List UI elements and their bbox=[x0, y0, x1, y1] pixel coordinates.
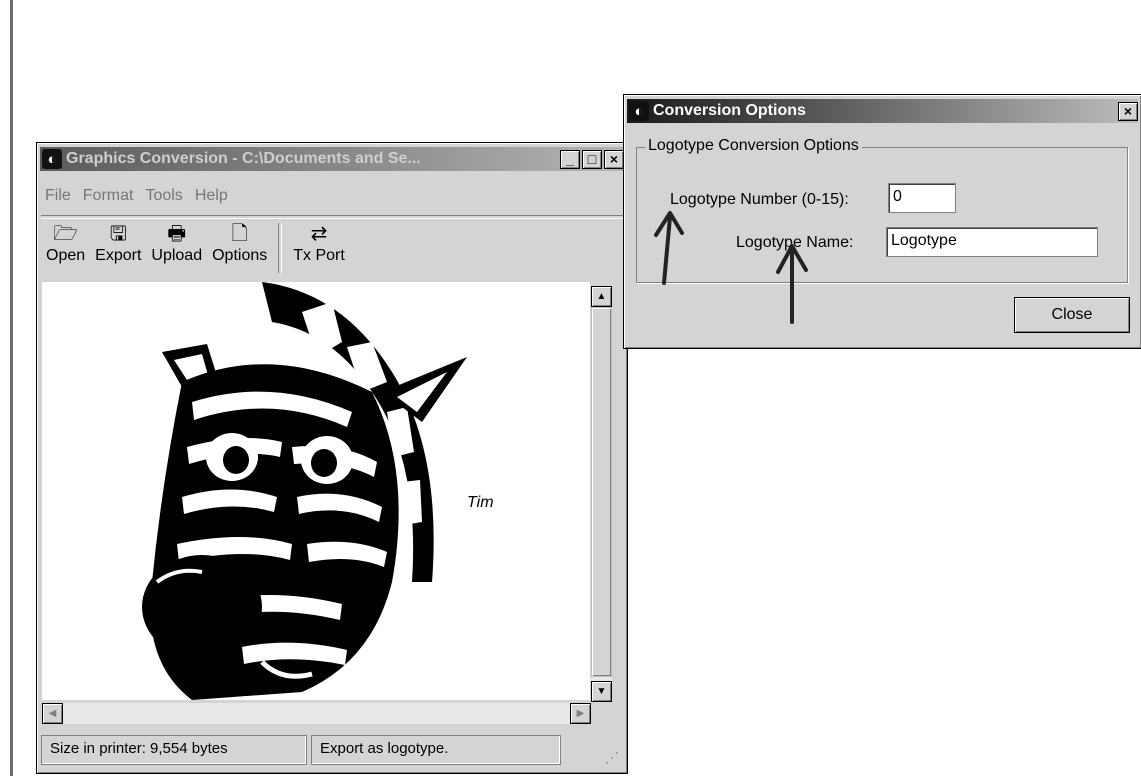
signature-text: Tim bbox=[467, 494, 494, 511]
scroll-left-button[interactable]: ◀ bbox=[42, 703, 63, 724]
menu-tools[interactable]: Tools bbox=[145, 187, 182, 205]
dialog-close-button[interactable]: × bbox=[1118, 101, 1138, 121]
desktop-left-edge bbox=[10, 0, 13, 776]
upload-label: Upload bbox=[151, 247, 203, 264]
app-logo-icon: ◐ bbox=[629, 101, 649, 121]
scroll-down-button[interactable]: ▼ bbox=[591, 681, 612, 702]
open-button[interactable]: 🗁 Open bbox=[41, 221, 90, 265]
scroll-right-button[interactable]: ▶ bbox=[570, 703, 591, 724]
logotype-number-label: Logotype Number (0-15): bbox=[670, 191, 849, 208]
vertical-scroll-thumb[interactable] bbox=[591, 307, 612, 677]
logotype-name-input[interactable]: Logotype bbox=[886, 227, 1098, 257]
export-button[interactable]: 🖫 Export bbox=[90, 221, 146, 265]
menu-help[interactable]: Help bbox=[195, 187, 228, 205]
resize-grip-icon[interactable]: ⋰ bbox=[605, 749, 623, 767]
menu-bar: File Format Tools Help bbox=[45, 187, 228, 205]
annotation-arrow-icon bbox=[654, 211, 684, 285]
minimize-button[interactable]: _ bbox=[560, 149, 580, 169]
dialog-title: Conversion Options bbox=[653, 102, 806, 119]
status-size: Size in printer: 9,554 bytes bbox=[41, 735, 307, 765]
open-label: Open bbox=[46, 247, 86, 264]
status-bar: Size in printer: 9,554 bytes Export as l… bbox=[41, 735, 623, 765]
menu-separator bbox=[41, 215, 623, 219]
toolbar: 🗁 Open 🖫 Export 🖶 Upload 🗋 Options ⇄ Tx … bbox=[41, 221, 350, 273]
graphics-conversion-window: ◐ Graphics Conversion - C:\Documents and… bbox=[36, 142, 628, 774]
tx-port-button[interactable]: ⇄ Tx Port bbox=[288, 221, 350, 265]
port-icon: ⇄ bbox=[310, 223, 328, 245]
group-label: Logotype Conversion Options bbox=[645, 137, 862, 155]
horizontal-scrollbar[interactable]: ◀ ▶ bbox=[42, 703, 591, 724]
conversion-options-dialog: ◐ Conversion Options × Logotype Conversi… bbox=[623, 94, 1141, 349]
maximize-button[interactable]: □ bbox=[582, 149, 602, 169]
close-button[interactable]: Close bbox=[1014, 297, 1130, 333]
menu-format[interactable]: Format bbox=[83, 187, 134, 205]
open-folder-icon: 🗁 bbox=[53, 223, 78, 245]
close-button[interactable]: × bbox=[604, 149, 624, 169]
logotype-options-group: Logotype Conversion Options bbox=[636, 137, 1128, 283]
scroll-up-button[interactable]: ▲ bbox=[591, 286, 612, 307]
options-button[interactable]: 🗋 Options bbox=[207, 221, 272, 265]
main-titlebar[interactable]: ◐ Graphics Conversion - C:\Documents and… bbox=[40, 147, 624, 171]
annotation-arrow-icon bbox=[776, 244, 808, 324]
toolbar-separator bbox=[278, 223, 283, 273]
status-mode: Export as logotype. bbox=[311, 735, 561, 765]
vertical-scrollbar[interactable]: ▲ ▼ bbox=[591, 286, 612, 702]
export-label: Export bbox=[95, 247, 142, 264]
printer-icon: 🖶 bbox=[167, 223, 187, 245]
tx-port-label: Tx Port bbox=[293, 247, 345, 264]
options-label: Options bbox=[212, 247, 268, 264]
logotype-number-input[interactable]: 0 bbox=[888, 183, 956, 213]
menu-file[interactable]: File bbox=[45, 187, 71, 205]
floppy-disk-icon: 🖫 bbox=[109, 223, 127, 245]
main-window-title: Graphics Conversion - C:\Documents and S… bbox=[66, 150, 421, 167]
dialog-titlebar[interactable]: ◐ Conversion Options × bbox=[627, 99, 1138, 123]
upload-button[interactable]: 🖶 Upload bbox=[146, 221, 207, 265]
page-icon: 🗋 bbox=[231, 223, 248, 245]
app-logo-icon: ◐ bbox=[42, 149, 62, 169]
zebra-image: Tim bbox=[142, 282, 494, 700]
image-canvas[interactable]: Tim bbox=[42, 282, 590, 700]
